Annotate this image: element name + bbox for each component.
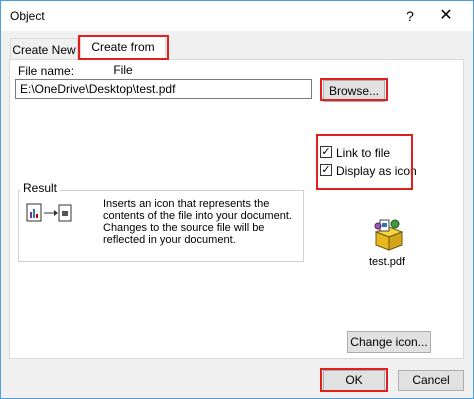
link-to-file-check[interactable]: ✓ <box>320 146 332 158</box>
file-name-label: File name: <box>18 64 75 78</box>
link-to-file-label: Link to file <box>336 146 391 160</box>
title-bar: Object ? ✕ <box>1 1 473 31</box>
file-name-input[interactable] <box>15 79 312 99</box>
display-as-icon-checkbox[interactable]: ✓ Display as icon <box>320 163 417 179</box>
tab-create-new[interactable]: Create New <box>10 38 78 60</box>
cancel-button[interactable]: Cancel <box>398 370 464 391</box>
insert-icon-illustration <box>26 203 72 222</box>
icon-filename-label: test.pdf <box>369 256 406 268</box>
link-to-file-checkbox[interactable]: ✓ Link to file <box>320 145 390 161</box>
result-description: Inserts an icon that represents the cont… <box>103 198 292 246</box>
close-button[interactable]: ✕ <box>435 6 457 26</box>
window-title: Object <box>10 9 45 23</box>
result-title: Result <box>20 181 61 195</box>
tab-create-from-file[interactable]: Create from File <box>80 35 166 77</box>
ok-button[interactable]: OK <box>323 370 385 391</box>
change-icon-button[interactable]: Change icon... <box>347 331 431 353</box>
package-icon <box>374 219 404 251</box>
browse-button[interactable]: Browse... <box>323 80 385 102</box>
display-as-icon-label: Display as icon <box>336 164 417 178</box>
help-button[interactable]: ? <box>399 6 421 26</box>
display-as-icon-check[interactable]: ✓ <box>320 164 332 176</box>
